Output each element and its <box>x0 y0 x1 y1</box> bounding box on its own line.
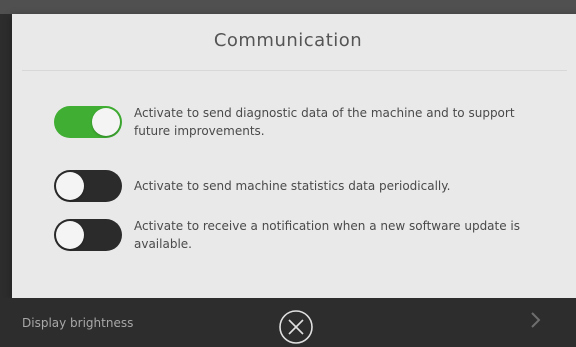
toggle-knob <box>56 221 84 249</box>
toggle-knob <box>56 172 84 200</box>
dialog-title: Communication <box>213 30 363 51</box>
title-divider <box>22 70 567 71</box>
close-circle-icon[interactable] <box>276 307 316 347</box>
statistics-toggle[interactable] <box>54 170 122 202</box>
diagnostic-data-toggle[interactable] <box>54 106 122 138</box>
chevron-right-icon <box>531 312 541 328</box>
software-update-label: Activate to receive a notification when … <box>134 219 521 251</box>
top-strip <box>0 0 576 14</box>
setting-row-software-update: Activate to receive a notification when … <box>54 213 524 257</box>
software-update-toggle[interactable] <box>54 219 122 251</box>
setting-row-statistics: Activate to send machine statistics data… <box>54 164 524 208</box>
toggle-knob <box>92 108 120 136</box>
diagnostic-data-label: Activate to send diagnostic data of the … <box>134 106 515 138</box>
setting-row-diagnostic-data: Activate to send diagnostic data of the … <box>54 100 524 144</box>
display-brightness-label: Display brightness <box>22 316 134 330</box>
communication-dialog: Communication Activate to send diagnosti… <box>12 14 576 298</box>
statistics-label: Activate to send machine statistics data… <box>134 179 451 193</box>
